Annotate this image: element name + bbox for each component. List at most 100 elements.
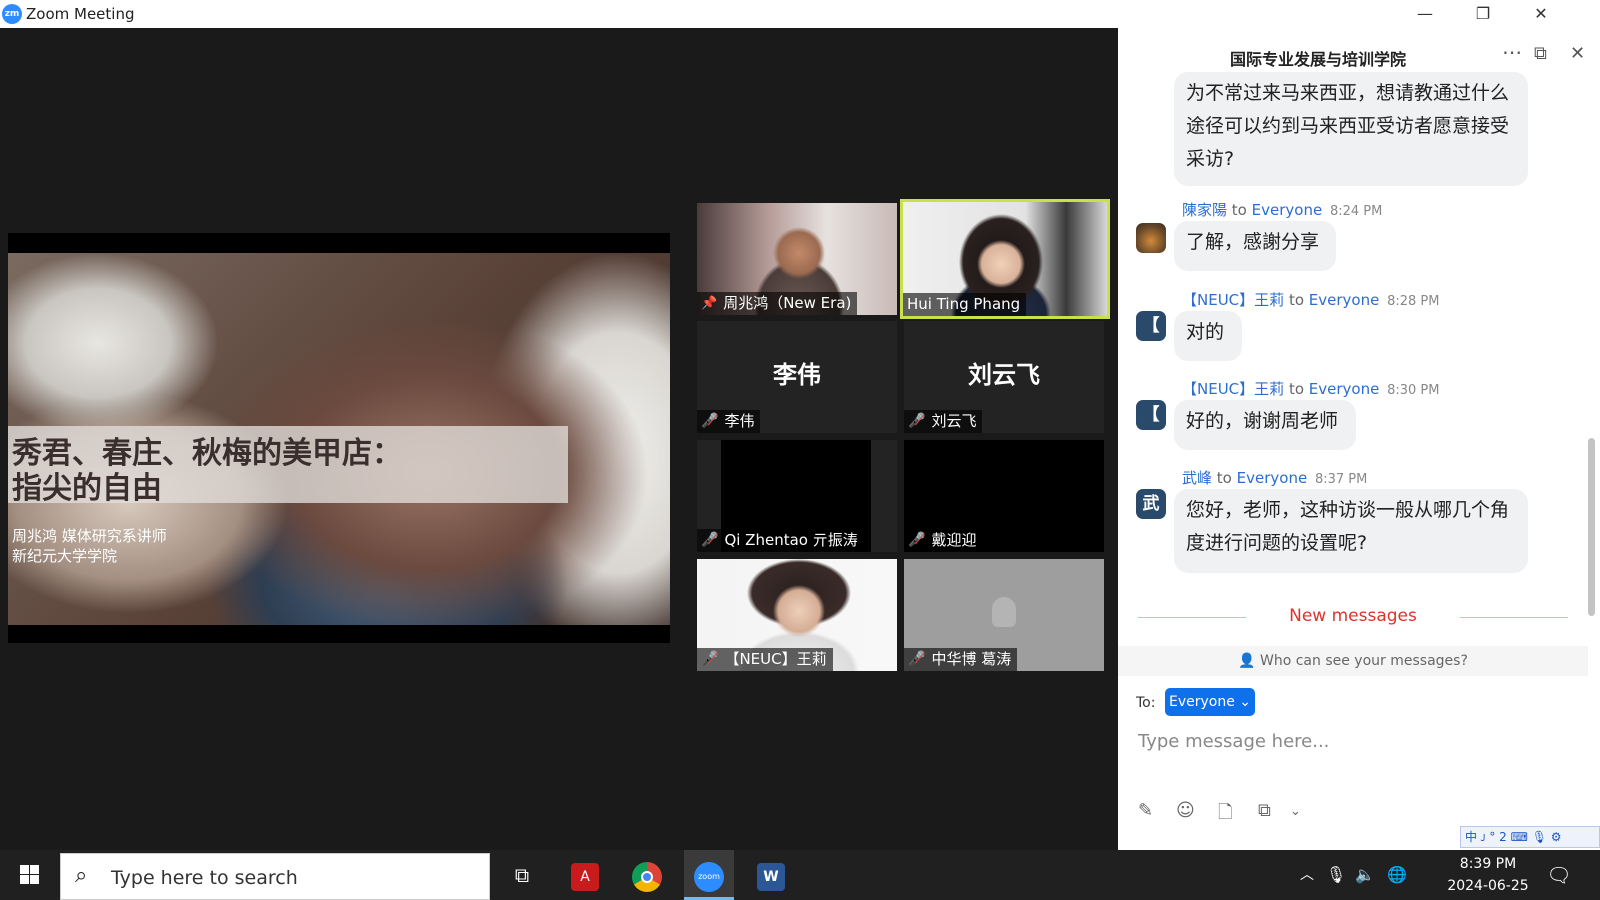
to-label: To:: [1136, 695, 1156, 711]
close-window-button[interactable]: ✕: [1512, 0, 1570, 28]
chat-header-title: 国际专业发展与培训学院: [1229, 50, 1406, 69]
participant-name: 李伟: [724, 412, 755, 430]
minimize-button[interactable]: —: [1396, 0, 1454, 28]
chat-message-bubble: 您好，老师，这种访谈一般从哪几个角 度进行问题的设置呢?: [1174, 489, 1528, 573]
chat-message-bubble: 为不常过来马来西亚，想请教通过什么 途径可以约到马来西亚受访者愿意接受 采访?: [1174, 72, 1528, 186]
emoji-icon[interactable]: ☺: [1176, 800, 1195, 821]
new-messages-indicator[interactable]: New messages: [1118, 606, 1588, 626]
slide-title-line2: 指尖的自由: [12, 471, 162, 506]
taskbar: ⌕ Type here to search ⧉ A zoom W ︿ 🎙 🔈 🌐…: [0, 850, 1600, 900]
chat-sender-name[interactable]: 【NEUC】王莉: [1182, 380, 1284, 398]
chat-sender-name[interactable]: 陳家陽: [1182, 201, 1227, 219]
slide-subtitle-line1: 周兆鸿 媒体研究系讲师: [12, 527, 167, 545]
participant-name-tag: 🎤̸ 刘云飞: [904, 410, 983, 433]
chat-message-bubble: 好的，谢谢周老师: [1174, 400, 1356, 450]
video-tile[interactable]: 🎤̸ 中华博 葛涛: [904, 559, 1104, 671]
who-can-see-link[interactable]: 👤 Who can see your messages?: [1118, 646, 1588, 676]
speaker-icon[interactable]: 🔈: [1350, 850, 1380, 900]
chat-scrollbar[interactable]: [1588, 438, 1595, 616]
video-tile[interactable]: 🎤̸ 戴迎迎: [904, 440, 1104, 552]
window-title-bar: zm Zoom Meeting — ❐ ✕: [0, 0, 1600, 28]
chat-to-word: to: [1216, 469, 1232, 487]
video-tile-active-speaker[interactable]: Hui Ting Phang: [900, 199, 1110, 319]
shared-screen-slide: 秀君、春庄、秋梅的美甲店： 指尖的自由 周兆鸿 媒体研究系讲师 新纪元大学学院: [8, 233, 670, 643]
chevron-down-icon[interactable]: ⌄: [1290, 804, 1301, 819]
meeting-stage: 秀君、春庄、秋梅的美甲店： 指尖的自由 周兆鸿 媒体研究系讲师 新纪元大学学院 …: [0, 28, 1118, 850]
divider: [1460, 617, 1568, 618]
search-icon: ⌕: [75, 863, 88, 888]
chat-message-line: 好的，谢谢周老师: [1186, 410, 1339, 432]
acrobat-icon[interactable]: A: [560, 850, 610, 900]
avatar[interactable]: [1136, 223, 1166, 253]
popout-icon[interactable]: ⧉: [1534, 43, 1547, 64]
chrome-icon[interactable]: [622, 850, 672, 900]
microphone-icon[interactable]: 🎙: [1322, 850, 1350, 900]
chat-recipient: Everyone: [1251, 201, 1323, 219]
chevron-up-icon[interactable]: ︿: [1292, 850, 1322, 900]
chat-to-word: to: [1288, 380, 1304, 398]
muted-mic-icon: 🎤̸: [701, 532, 719, 548]
video-tile[interactable]: 刘云飞 🎤̸ 刘云飞: [904, 321, 1104, 433]
video-tile[interactable]: 🎤̸ 【NEUC】王莉: [697, 559, 897, 671]
chat-message-bubble: 对的: [1174, 311, 1242, 361]
chat-timestamp: 8:24 PM: [1329, 204, 1383, 219]
restore-button[interactable]: ❐: [1454, 0, 1512, 28]
chat-timestamp: 8:37 PM: [1314, 472, 1368, 487]
chat-sender-name[interactable]: 【NEUC】王莉: [1182, 291, 1284, 309]
participant-name-tag: 🎤̸ 中华博 葛涛: [904, 648, 1018, 671]
participant-name: 刘云飞: [931, 412, 977, 430]
avatar-placeholder: [992, 597, 1016, 627]
participant-name-tag: 🎤̸ Qi Zhentao 亓振涛: [697, 529, 864, 552]
chevron-down-icon: ⌄: [1239, 694, 1252, 710]
avatar[interactable]: 【: [1136, 311, 1166, 341]
chat-timestamp: 8:28 PM: [1387, 294, 1440, 309]
more-icon[interactable]: ⋯: [1502, 40, 1522, 64]
ime-status-text: 中 ᴊ ° 𝟤 ⌨ 🎙 ⚙: [1465, 830, 1562, 844]
chat-sender-line: 【NEUC】王莉 to Everyone 8:30 PM: [1182, 378, 1440, 399]
muted-mic-icon: 🎤̸: [701, 413, 719, 429]
participant-name: 【NEUC】王莉: [724, 650, 827, 668]
zoom-logo-icon: zm: [2, 4, 22, 24]
chat-message-line: 度进行问题的设置呢?: [1186, 532, 1368, 554]
video-tile[interactable]: 📌 周兆鸿（New Era): [697, 203, 897, 315]
video-tile[interactable]: 李伟 🎤̸ 李伟: [697, 321, 897, 433]
chat-timestamp: 8:30 PM: [1387, 383, 1440, 398]
chat-recipient: Everyone: [1308, 380, 1380, 398]
close-icon[interactable]: ✕: [1570, 43, 1585, 64]
chat-message-line: 了解，感謝分享: [1186, 231, 1320, 253]
participant-big-label: 李伟: [773, 361, 821, 389]
avatar[interactable]: 【: [1136, 400, 1166, 430]
chat-message-line: 对的: [1186, 321, 1225, 343]
clock-date[interactable]: 2024-06-25: [1438, 878, 1538, 894]
muted-mic-icon: 🎤̸: [701, 651, 719, 667]
zoom-icon[interactable]: zoom: [684, 850, 734, 900]
word-icon[interactable]: W: [746, 850, 796, 900]
muted-mic-icon: 🎤̸: [908, 413, 926, 429]
participant-name-tag: Hui Ting Phang: [903, 293, 1027, 316]
chat-message-input[interactable]: [1138, 725, 1578, 757]
format-text-icon[interactable]: ✎: [1138, 800, 1153, 821]
participant-name-tag: 📌 周兆鸿（New Era): [697, 292, 858, 315]
screenshot-icon[interactable]: ⧉: [1258, 800, 1271, 821]
participant-name: 中华博 葛涛: [931, 650, 1012, 668]
notification-icon[interactable]: 🗨: [1534, 850, 1584, 900]
participant-name-tag: 🎤̸ 戴迎迎: [904, 529, 983, 552]
recipient-dropdown[interactable]: Everyone ⌄: [1165, 688, 1255, 716]
video-tile[interactable]: 🎤̸ Qi Zhentao 亓振涛: [697, 440, 897, 552]
chat-sender-name[interactable]: 武峰: [1182, 469, 1212, 487]
ime-language-icon[interactable]: 🌐: [1382, 850, 1412, 900]
file-icon[interactable]: 🗋: [1218, 800, 1232, 830]
task-view-icon[interactable]: ⧉: [497, 850, 547, 900]
windows-start-icon[interactable]: [0, 850, 58, 900]
ime-toolbar[interactable]: 中 ᴊ ° 𝟤 ⌨ 🎙 ⚙: [1460, 826, 1600, 848]
muted-mic-icon: 🎤̸: [908, 651, 926, 667]
chat-message-bubble: 了解，感謝分享: [1174, 221, 1336, 271]
chat-to-word: to: [1231, 201, 1247, 219]
chat-sender-line: 武峰 to Everyone 8:37 PM: [1182, 467, 1367, 488]
user-lock-icon: 👤: [1238, 653, 1260, 669]
chat-message-line: 为不常过来马来西亚，想请教通过什么: [1186, 82, 1510, 104]
search-placeholder: Type here to search: [111, 867, 298, 889]
taskbar-search-box[interactable]: ⌕ Type here to search: [60, 853, 490, 900]
clock-time[interactable]: 8:39 PM: [1448, 856, 1528, 872]
avatar[interactable]: 武: [1136, 489, 1166, 519]
